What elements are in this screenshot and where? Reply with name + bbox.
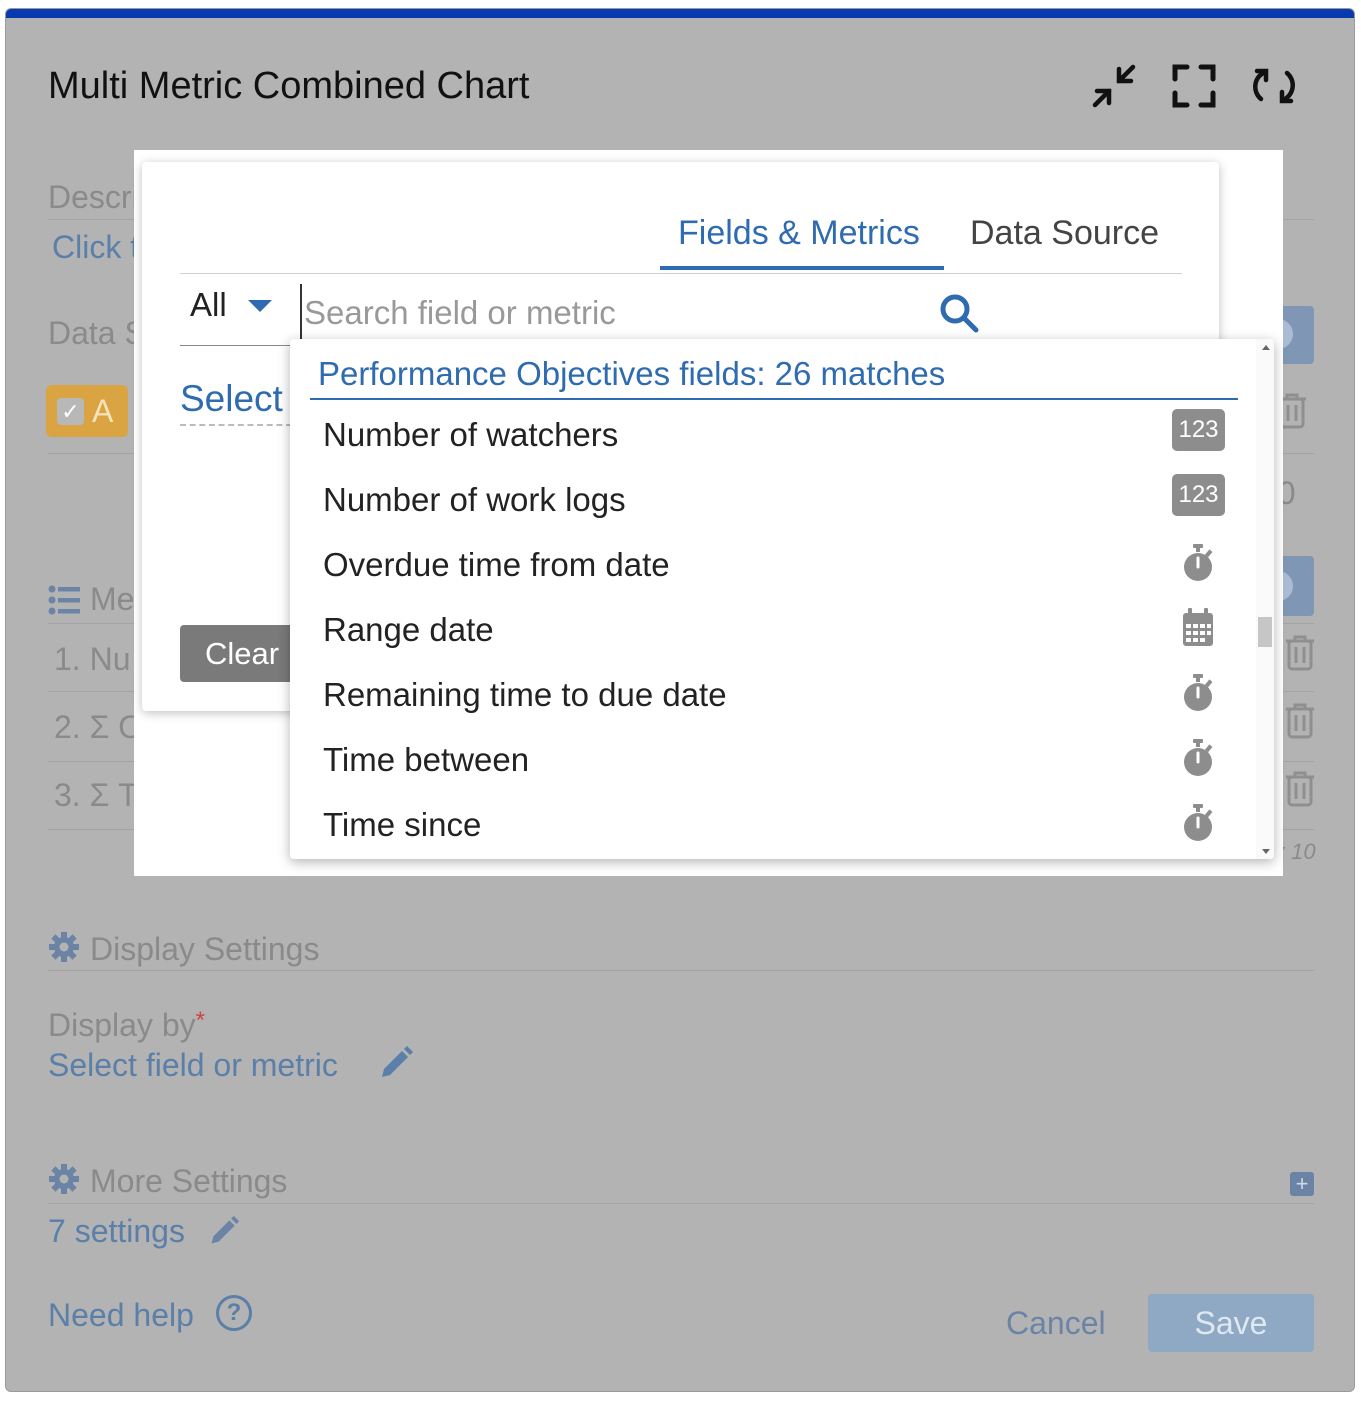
- number-icon: 123: [1172, 409, 1225, 451]
- trash-icon[interactable]: [1284, 771, 1316, 807]
- gear-icon: [48, 931, 80, 963]
- stopwatch-icon: [1170, 737, 1224, 779]
- number-icon: 123: [1172, 474, 1225, 516]
- list-item-label: Remaining time to due date: [323, 676, 727, 713]
- help-circle-icon[interactable]: ?: [216, 1295, 252, 1331]
- dropdown-group-divider: [310, 398, 1238, 400]
- collapse-icon[interactable]: [1091, 63, 1137, 109]
- list-item[interactable]: Time between: [290, 729, 1240, 794]
- filter-select-underline: [180, 345, 295, 346]
- dialog-frame: Multi Metric Combined Chart Descri Click…: [5, 8, 1355, 1392]
- checkbox-icon[interactable]: ✓: [57, 398, 84, 425]
- trash-icon[interactable]: [1284, 703, 1316, 739]
- clear-button[interactable]: Clear: [180, 625, 300, 682]
- list-item[interactable]: Range date: [290, 599, 1240, 664]
- fullscreen-icon[interactable]: [1171, 63, 1217, 109]
- field-dropdown-list: Performance Objectives fields: 26 matche…: [290, 339, 1274, 859]
- metric-row-1[interactable]: 1. Nu: [54, 641, 130, 678]
- scroll-up-icon[interactable]: [1262, 345, 1270, 350]
- gear-icon: [48, 1163, 80, 1195]
- pencil-icon[interactable]: [208, 1215, 240, 1247]
- expand-plus-icon[interactable]: +: [1290, 1172, 1314, 1196]
- tabs-divider: [180, 273, 1182, 274]
- required-marker: *: [195, 1007, 205, 1034]
- description-link[interactable]: Click t: [52, 229, 139, 266]
- stopwatch-icon: [1170, 542, 1224, 584]
- list-item-label: Time since: [323, 806, 482, 843]
- tab-fields-metrics[interactable]: Fields & Metrics: [678, 214, 920, 253]
- more-settings-divider: [48, 1203, 1314, 1204]
- display-by-link[interactable]: Select field or metric: [48, 1047, 338, 1084]
- source-chip[interactable]: ✓ A: [46, 385, 128, 437]
- search-icon[interactable]: [938, 292, 980, 334]
- list-item[interactable]: Overdue time from date: [290, 534, 1240, 599]
- description-label: Descri: [48, 179, 139, 215]
- dropdown-scrollbar[interactable]: [1256, 339, 1274, 859]
- display-by-label: Display by*: [48, 1007, 205, 1044]
- trash-icon[interactable]: [1284, 635, 1316, 671]
- active-tab-indicator: [660, 266, 944, 270]
- save-button[interactable]: Save: [1148, 1294, 1314, 1352]
- calendar-icon: [1170, 607, 1224, 649]
- more-settings-label: More Settings: [90, 1163, 288, 1199]
- list-item[interactable]: Remaining time to due date: [290, 664, 1240, 729]
- list-item-label: Number of work logs: [323, 481, 626, 518]
- list-item-label: Overdue time from date: [323, 546, 670, 583]
- list-item[interactable]: Time since: [290, 794, 1240, 859]
- stopwatch-icon: [1170, 802, 1224, 844]
- filter-select[interactable]: All: [190, 286, 227, 324]
- list-item-label: Number of watchers: [323, 416, 619, 453]
- data-source-label: Data S: [48, 315, 146, 351]
- dialog-top-accent-bar: [6, 9, 1354, 18]
- source-chip-label: A: [92, 393, 114, 429]
- list-item[interactable]: Number of work logs 123: [290, 469, 1240, 534]
- select-field-label[interactable]: Select: [180, 378, 283, 420]
- stopwatch-icon: [1170, 672, 1224, 714]
- refresh-icon[interactable]: [1251, 63, 1297, 109]
- dialog-title: Multi Metric Combined Chart: [48, 65, 530, 107]
- display-settings-divider: [48, 970, 1314, 971]
- search-input[interactable]: [300, 284, 990, 344]
- select-field-underline: [180, 424, 292, 426]
- scroll-down-icon[interactable]: [1262, 849, 1270, 854]
- list-item[interactable]: Number of watchers 123: [290, 404, 1240, 469]
- scrollbar-thumb[interactable]: [1258, 617, 1272, 647]
- list-item-label: Range date: [323, 611, 494, 648]
- need-help-link[interactable]: Need help: [48, 1297, 194, 1334]
- dropdown-group-header: Performance Objectives fields: 26 matche…: [318, 355, 946, 392]
- settings-link[interactable]: 7 settings: [48, 1213, 185, 1250]
- caret-down-icon[interactable]: [248, 300, 272, 312]
- cancel-button[interactable]: Cancel: [1006, 1305, 1106, 1342]
- list-item-label: Time between: [323, 741, 530, 778]
- display-by-link-text: Select field or metric: [48, 1047, 338, 1083]
- list-icon: [48, 585, 80, 615]
- pencil-icon[interactable]: [378, 1045, 414, 1081]
- display-by-label-text: Display by: [48, 1007, 196, 1043]
- display-settings-label: Display Settings: [90, 931, 320, 967]
- tab-data-source[interactable]: Data Source: [970, 214, 1159, 253]
